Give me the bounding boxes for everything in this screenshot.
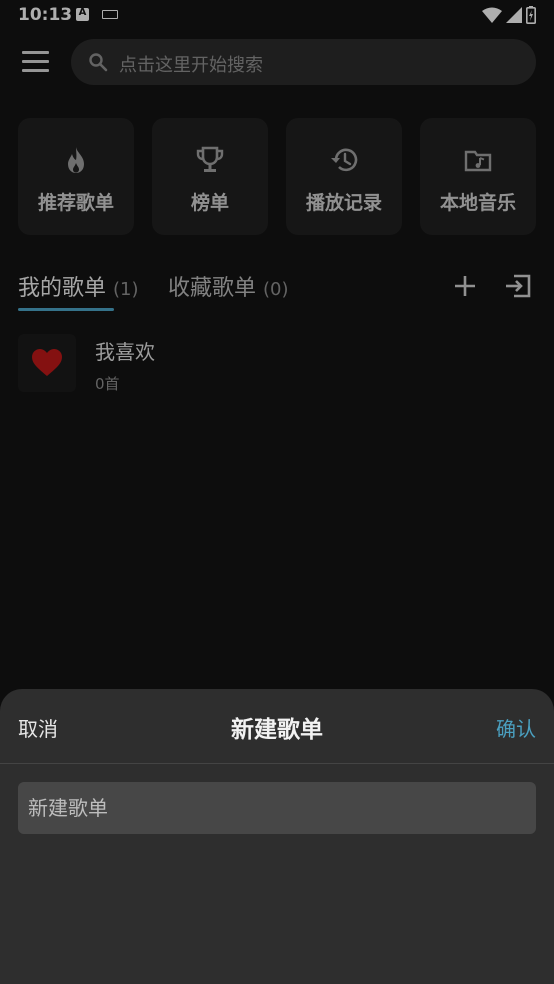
new-playlist-sheet: 取消 新建歌单 确认 bbox=[0, 689, 554, 984]
sheet-title: 新建歌单 bbox=[231, 717, 323, 743]
app-screen: 10:13 A 点击这里开始搜索 推荐歌单 榜单 播放记录 本地音乐 我的歌单 … bbox=[0, 0, 554, 984]
confirm-button[interactable]: 确认 bbox=[496, 713, 536, 742]
sheet-divider bbox=[0, 763, 554, 764]
playlist-name-input[interactable] bbox=[18, 782, 536, 834]
